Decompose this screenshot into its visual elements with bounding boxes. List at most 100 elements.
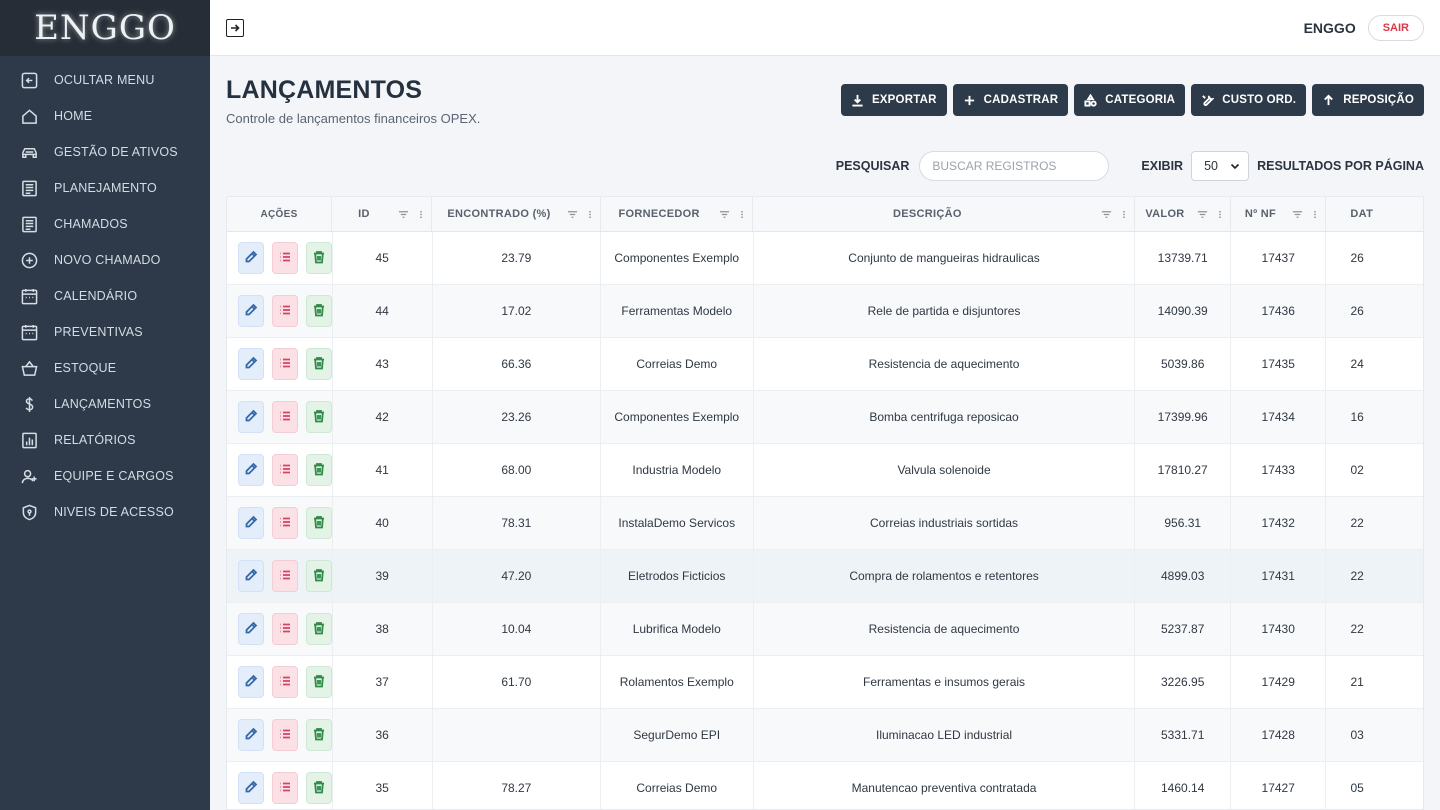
cell-encontrado: 10.04 [433,603,601,655]
shield-icon [20,503,38,521]
edit-button[interactable] [238,719,264,751]
filter-icon[interactable] [1101,209,1112,220]
details-button[interactable] [271,242,298,274]
edit-button[interactable] [238,454,264,486]
page-size-value: 50 [1204,159,1218,173]
filter-icon[interactable] [567,209,578,220]
col-header-fornecedor[interactable]: FORNECEDOR [601,197,754,231]
kebab-icon[interactable] [419,209,423,220]
sidebar-item-novo-chamado[interactable]: NOVO CHAMADO [0,242,210,278]
cell-descricao: Resistencia de aquecimento [754,338,1136,390]
sidebar-item-label: PLANEJAMENTO [54,181,157,195]
sidebar-item-label: GESTÃO DE ATIVOS [54,145,178,159]
col-header-encontrado[interactable]: ENCONTRADO (%) [432,197,601,231]
list-icon [278,462,292,479]
col-header-data[interactable]: DAT [1326,197,1423,231]
table-row[interactable]: 45 23.79 Componentes Exemplo Conjunto de ma… [227,232,1423,285]
details-button[interactable] [271,613,298,645]
search-input[interactable]: BUSCAR REGISTROS [919,151,1110,181]
delete-button[interactable] [305,719,332,751]
details-button[interactable] [271,666,298,698]
edit-button[interactable] [238,242,264,274]
table-row[interactable]: 44 17.02 Ferramentas Modelo Rele de partida… [227,285,1423,338]
edit-button[interactable] [238,401,264,433]
register-button[interactable]: CADASTRAR [952,84,1069,116]
col-header-id[interactable]: ID [332,197,433,231]
sidebar-item-planejamento[interactable]: PLANEJAMENTO [0,170,210,206]
kebab-icon[interactable] [1313,209,1317,220]
sidebar-item-equipe-cargos[interactable]: EQUIPE E CARGOS [0,458,210,494]
delete-button[interactable] [305,348,332,380]
details-button[interactable] [271,454,298,486]
cell-nf: 17429 [1231,656,1327,708]
sidebar-item-home[interactable]: HOME [0,98,210,134]
edit-button[interactable] [238,507,264,539]
details-button[interactable] [271,295,298,327]
table-row[interactable]: 36 SegurDemo EPI Iluminacao LED industrial… [227,709,1423,762]
kebab-icon[interactable] [1122,209,1126,220]
edit-button[interactable] [238,295,264,327]
details-button[interactable] [271,401,298,433]
cell-id: 40 [333,497,433,549]
delete-button[interactable] [305,295,332,327]
cell-descricao: Manutencao preventiva contratada [754,762,1136,809]
sidebar-item-chamados[interactable]: CHAMADOS [0,206,210,242]
edit-button[interactable] [238,613,264,645]
sidebar-item-label: PREVENTIVAS [54,325,143,339]
table-row[interactable]: 43 66.36 Correias Demo Resistencia de aquec… [227,338,1423,391]
sidebar-item-calendario[interactable]: CALENDÁRIO [0,278,210,314]
table-row[interactable]: 40 78.31 InstalaDemo Servicos Correias indu… [227,497,1423,550]
sidebar-item-ocultar-menu[interactable]: OCULTAR MENU [0,62,210,98]
kebab-icon[interactable] [588,209,592,220]
sidebar-item-estoque[interactable]: ESTOQUE [0,350,210,386]
delete-button[interactable] [305,772,332,804]
page-size-select[interactable]: 50 [1191,151,1250,181]
delete-button[interactable] [305,242,332,274]
kebab-icon[interactable] [740,209,744,220]
details-button[interactable] [271,772,298,804]
replenish-button[interactable]: REPOSIÇÃO [1312,84,1424,116]
sidebar-item-preventivas[interactable]: PREVENTIVAS [0,314,210,350]
delete-button[interactable] [305,613,332,645]
logout-button[interactable]: SAIR [1367,14,1424,41]
table-row[interactable]: 38 10.04 Lubrifica Modelo Resistencia de aq… [227,603,1423,656]
table-row[interactable]: 42 23.26 Componentes Exemplo Bomba centrifu… [227,391,1423,444]
table-row[interactable]: 39 47.20 Eletrodos Ficticios Compra de rola… [227,550,1423,603]
filter-icon[interactable] [719,209,730,220]
sidebar-item-niveis-acesso[interactable]: NIVEIS DE ACESSO [0,494,210,530]
category-button[interactable]: CATEGORIA [1074,84,1186,116]
delete-button[interactable] [305,454,332,486]
order-cost-button[interactable]: CUSTO ORD. [1191,84,1307,116]
trash-icon [312,674,326,691]
toggle-sidebar-icon[interactable] [226,18,244,37]
sidebar-item-gestao-ativos[interactable]: GESTÃO DE ATIVOS [0,134,210,170]
delete-button[interactable] [305,560,332,592]
delete-button[interactable] [305,666,332,698]
table-row[interactable]: 37 61.70 Rolamentos Exemplo Ferramentas e i… [227,656,1423,709]
details-button[interactable] [271,348,298,380]
details-button[interactable] [271,719,298,751]
edit-button[interactable] [238,772,264,804]
delete-button[interactable] [305,507,332,539]
filter-icon[interactable] [1292,209,1303,220]
delete-button[interactable] [305,401,332,433]
sidebar-item-relatorios[interactable]: RELATÓRIOS [0,422,210,458]
edit-button[interactable] [238,560,264,592]
kebab-icon[interactable] [1218,209,1222,220]
table-row[interactable]: 41 68.00 Industria Modelo Valvula solenoide… [227,444,1423,497]
col-header-valor[interactable]: VALOR [1135,197,1231,231]
basket-icon [20,359,38,377]
col-header-descricao[interactable]: DESCRIÇÃO [753,197,1136,231]
col-header-nf[interactable]: Nº NF [1231,197,1327,231]
cell-id: 45 [333,232,433,284]
table-row[interactable]: 35 78.27 Correias Demo Manutencao preventiv… [227,762,1423,809]
app-logo[interactable]: ENGGO [0,0,210,56]
details-button[interactable] [271,507,298,539]
details-button[interactable] [271,560,298,592]
edit-button[interactable] [238,348,264,380]
sidebar-item-lancamentos[interactable]: LANÇAMENTOS [0,386,210,422]
export-button[interactable]: EXPORTAR [840,84,947,116]
filter-icon[interactable] [1197,209,1208,220]
edit-button[interactable] [238,666,264,698]
filter-icon[interactable] [398,209,409,220]
